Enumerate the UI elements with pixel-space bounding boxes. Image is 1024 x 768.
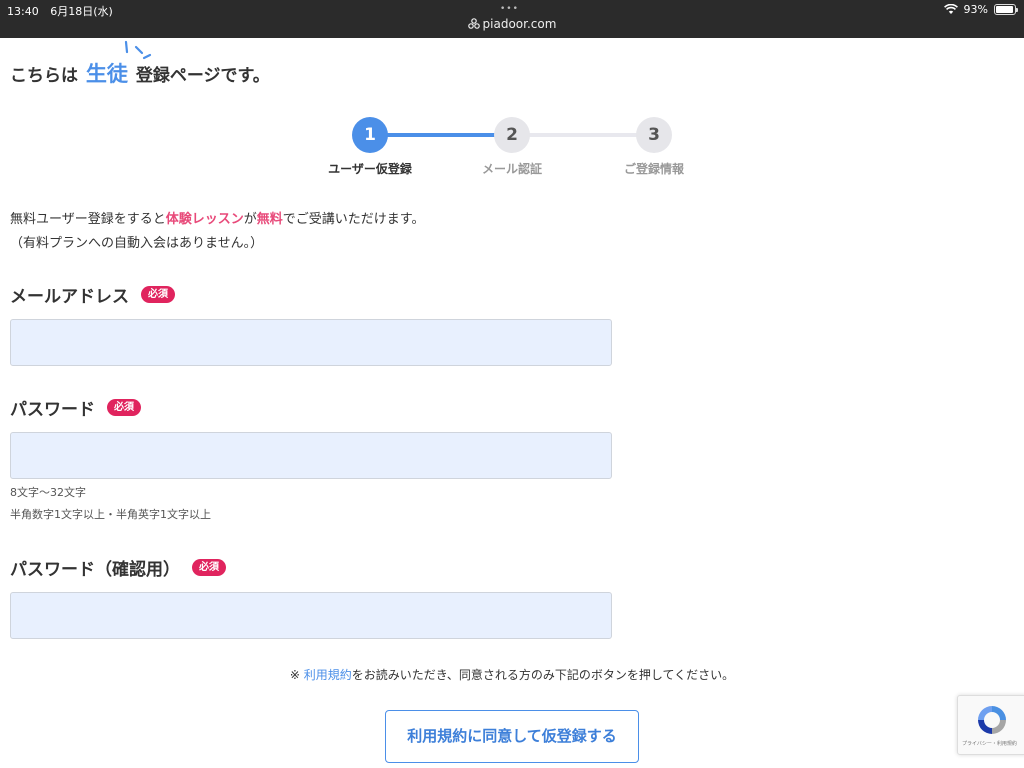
- intro-line-2: （有料プランへの自動入会はありません。）: [10, 236, 264, 251]
- trial-lesson-text: 体験レッスン: [165, 212, 244, 227]
- step-1-label: ユーザー仮登録: [328, 162, 412, 176]
- multitask-dots[interactable]: •••: [500, 4, 519, 14]
- password-label-text: パスワード: [10, 400, 95, 420]
- step-1-circle: 1: [352, 117, 388, 153]
- password-hint-length: 8文字〜32文字: [10, 486, 86, 499]
- free-text: 無料: [256, 212, 283, 227]
- step-2-circle: 2: [494, 117, 530, 153]
- intro-text-c: が: [243, 212, 257, 227]
- agree-and-register-button[interactable]: 利用規約に同意して仮登録する: [385, 710, 639, 763]
- recaptcha-icon: [978, 706, 1006, 734]
- page-title: こちらは 生徒 登録ページです。: [10, 58, 270, 88]
- url-text: piadoor.com: [482, 17, 557, 31]
- title-suffix: 登録ページです。: [135, 66, 270, 86]
- step-connector-1: [370, 133, 512, 137]
- password-confirm-label-text: パスワード（確認用）: [10, 560, 180, 580]
- address-bar[interactable]: piadoor.com: [0, 17, 1024, 31]
- step-3-circle: 3: [636, 117, 672, 153]
- registration-stepper: 1 2 3 ユーザー仮登録 メール認証 ご登録情報: [300, 115, 720, 185]
- site-icon: [467, 18, 480, 29]
- terms-prefix: ※: [289, 668, 304, 682]
- title-prefix: こちらは: [10, 66, 78, 86]
- status-right: 93%: [943, 3, 1018, 16]
- wifi-icon: [943, 4, 958, 14]
- intro-text-a: 無料ユーザー登録をすると: [10, 212, 166, 227]
- required-badge: 必須: [192, 559, 226, 576]
- step-3-label: ご登録情報: [623, 162, 684, 176]
- intro-line-1: 無料ユーザー登録をすると体験レッスンが無料でご受講いただけます。: [10, 208, 425, 232]
- terms-notice: ※ 利用規約をお読みいただき、同意される方のみ下記のボタンを押してください。: [0, 666, 1024, 683]
- password-hint-chars: 半角数字1文字以上・半角英字1文字以上: [10, 508, 211, 521]
- required-badge: 必須: [141, 286, 175, 303]
- email-field[interactable]: [10, 319, 612, 366]
- step-2-label: メール認証: [481, 162, 542, 176]
- status-bar: 13:40 6月18日(水) ••• piadoor.com 93%: [0, 0, 1024, 38]
- password-label: パスワード 必須: [10, 395, 141, 420]
- intro-text-e: でご受講いただけます。: [282, 212, 425, 227]
- step-connector-2: [512, 133, 654, 137]
- terms-suffix: をお読みいただき、同意される方のみ下記のボタンを押してください。: [351, 668, 735, 682]
- password-confirm-field[interactable]: [10, 592, 612, 639]
- battery-level: [996, 6, 1013, 13]
- email-label: メールアドレス 必須: [10, 282, 175, 307]
- title-highlight: 生徒: [85, 62, 128, 86]
- battery-percent: 93%: [963, 3, 988, 16]
- battery-icon: [994, 4, 1018, 15]
- recaptcha-badge[interactable]: プライバシー・利用規約: [957, 695, 1024, 755]
- email-label-text: メールアドレス: [10, 287, 129, 307]
- terms-link[interactable]: 利用規約: [304, 668, 352, 682]
- recaptcha-text: プライバシー・利用規約: [962, 741, 1017, 747]
- password-confirm-label: パスワード（確認用） 必須: [10, 555, 226, 580]
- password-hint: 8文字〜32文字 半角数字1文字以上・半角英字1文字以上: [10, 482, 211, 526]
- intro-text: 無料ユーザー登録をすると体験レッスンが無料でご受講いただけます。 （有料プランへ…: [10, 208, 425, 256]
- required-badge: 必須: [107, 399, 141, 416]
- password-field[interactable]: [10, 432, 612, 479]
